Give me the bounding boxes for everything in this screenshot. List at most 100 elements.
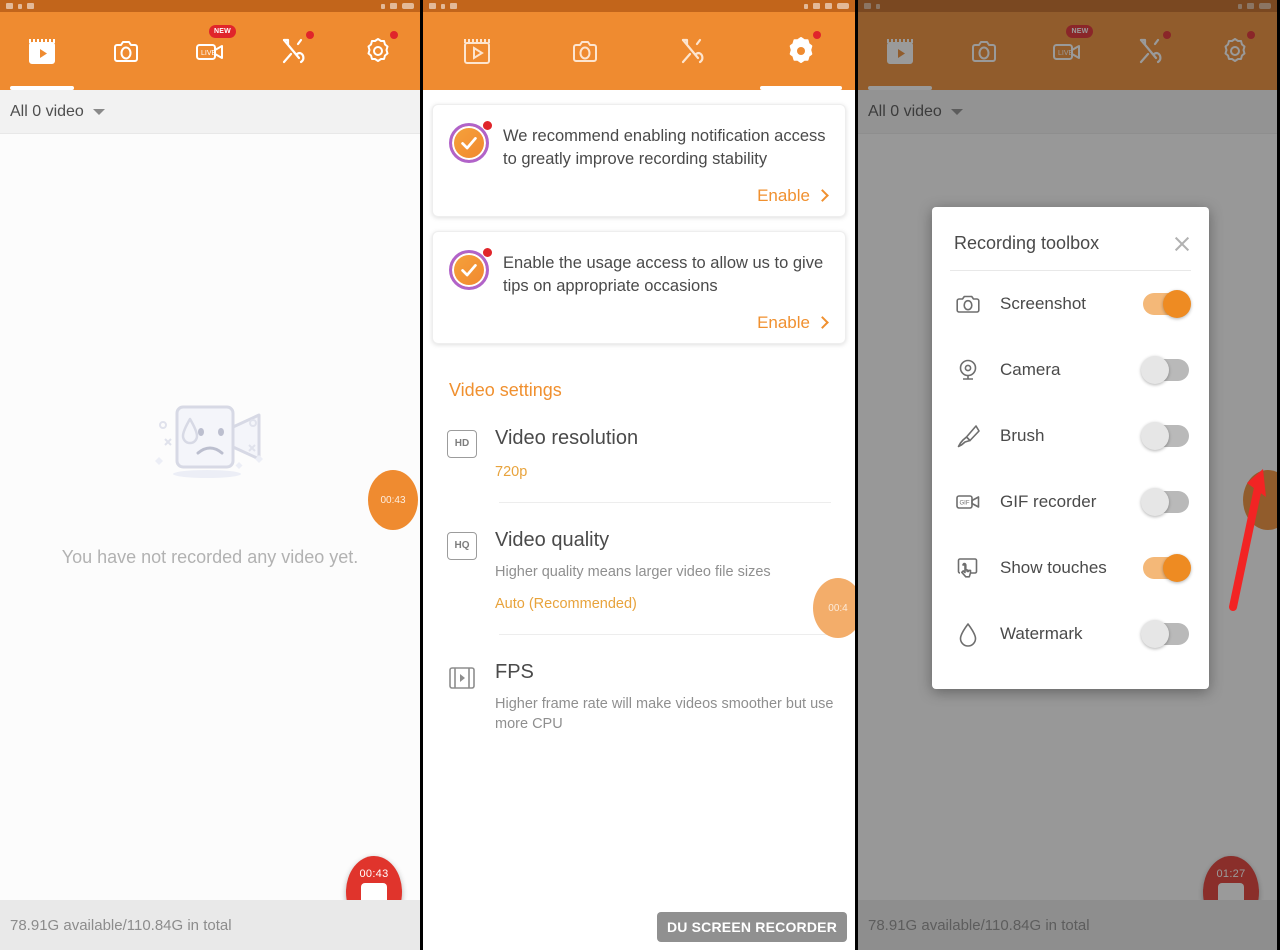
status-icon [6, 3, 13, 9]
setting-value: 720p [495, 464, 835, 480]
settings-scroll-area[interactable]: We recommend enabling notification acces… [423, 90, 855, 950]
toolbox-label: Brush [1000, 426, 1125, 446]
status-icon [27, 3, 34, 9]
check-circle-icon [449, 123, 489, 163]
toggle-screenshot[interactable] [1143, 293, 1189, 315]
storage-info-bar: 78.91G available/110.84G in total [0, 900, 420, 950]
toolbox-label: Screenshot [1000, 294, 1125, 314]
live-video-icon: LIVE NEW [193, 34, 227, 68]
gif-recorder-icon: GIF [954, 488, 982, 516]
battery-icon [837, 3, 849, 9]
floating-bubble-left[interactable]: 00:43 [368, 470, 418, 530]
new-badge: NEW [209, 25, 236, 38]
video-filter-bar[interactable]: All 0 video [0, 90, 420, 134]
setting-fps[interactable]: FPS Higher frame rate will make videos s… [429, 635, 849, 735]
check-circle-icon [449, 250, 489, 290]
video-list-icon [25, 34, 59, 68]
toolbox-row-brush[interactable]: Brush [932, 403, 1209, 469]
toolbox-row-show-touches[interactable]: Show touches [932, 535, 1209, 601]
tab-videos[interactable] [423, 12, 531, 90]
tab-screenshots[interactable] [531, 12, 639, 90]
status-icon [441, 4, 445, 9]
toggle-brush[interactable] [1143, 425, 1189, 447]
chevron-right-icon [816, 316, 829, 329]
toolbox-label: Watermark [1000, 624, 1125, 644]
status-icon [429, 3, 436, 9]
setting-body: Video resolution 720p [495, 427, 835, 480]
toolbox-row-gif-recorder[interactable]: GIF GIF recorder [932, 469, 1209, 535]
setting-description: Higher quality means larger video file s… [495, 562, 835, 582]
show-touches-icon [954, 554, 982, 582]
screenshot-camera-icon [954, 290, 982, 318]
status-icon [450, 3, 457, 9]
empty-state: You have not recorded any video yet. [0, 134, 420, 900]
toggle-gif-recorder[interactable] [1143, 491, 1189, 513]
notification-row: We recommend enabling notification acces… [449, 123, 829, 172]
video-settings-section-title: Video settings [429, 344, 849, 401]
tab-videos[interactable] [0, 12, 84, 90]
svg-text:GIF: GIF [960, 501, 970, 507]
setting-description: Higher frame rate will make videos smoot… [495, 694, 835, 735]
toggle-watermark[interactable] [1143, 623, 1189, 645]
camera-icon [568, 34, 602, 68]
toggle-camera[interactable] [1143, 359, 1189, 381]
setting-value: Auto (Recommended) [495, 596, 835, 612]
tab-settings[interactable] [336, 12, 420, 90]
notification-text: Enable the usage access to allow us to g… [503, 250, 829, 299]
notification-dot [483, 248, 492, 257]
gear-icon [784, 34, 818, 68]
notification-card-notification-access[interactable]: We recommend enabling notification acces… [432, 104, 846, 217]
status-icon [825, 3, 832, 9]
toolbox-label: Show touches [1000, 558, 1125, 578]
tab-live[interactable]: LIVE NEW [168, 12, 252, 90]
setting-body: FPS Higher frame rate will make videos s… [495, 661, 835, 735]
brush-icon [954, 422, 982, 450]
floating-bubble-time: 00:43 [380, 495, 405, 506]
webcam-icon [954, 356, 982, 384]
toolbox-row-screenshot[interactable]: Screenshot [932, 271, 1209, 337]
tab-tools[interactable] [639, 12, 747, 90]
status-icon [804, 4, 808, 9]
app-tab-bar: LIVE NEW [0, 12, 420, 90]
film-strip-icon [447, 664, 477, 692]
notification-dot [306, 31, 314, 39]
status-bar-right-icons [381, 3, 414, 9]
status-icon [381, 4, 385, 9]
chevron-down-icon[interactable] [93, 109, 105, 115]
tab-screenshots[interactable] [84, 12, 168, 90]
battery-icon [402, 3, 414, 9]
tab-tools[interactable] [252, 12, 336, 90]
panel-right-toolbox-dialog: LIVE NEW [858, 0, 1277, 950]
status-icon [813, 3, 820, 9]
enable-notification-access-button[interactable]: Enable [449, 186, 829, 206]
enable-label: Enable [757, 186, 810, 206]
dialog-title: Recording toolbox [954, 233, 1099, 254]
notification-dot [483, 121, 492, 130]
notification-row: Enable the usage access to allow us to g… [449, 250, 829, 299]
empty-state-message: You have not recorded any video yet. [62, 547, 359, 568]
panel-left-video-list: LIVE NEW [0, 0, 420, 950]
video-list-icon [460, 34, 494, 68]
setting-body: Video quality Higher quality means large… [495, 529, 835, 612]
status-bar-left-icons [429, 3, 457, 9]
tools-icon [277, 34, 311, 68]
tab-settings[interactable] [747, 12, 855, 90]
status-icon [390, 3, 397, 9]
notification-dot [390, 31, 398, 39]
setting-video-quality[interactable]: HQ Video quality Higher quality means la… [429, 503, 849, 612]
setting-video-resolution[interactable]: HD Video resolution 720p [429, 401, 849, 480]
notification-text: We recommend enabling notification acces… [503, 123, 829, 172]
close-icon[interactable] [1173, 235, 1191, 253]
toggle-show-touches[interactable] [1143, 557, 1189, 579]
enable-usage-access-button[interactable]: Enable [449, 313, 829, 333]
floating-bubble-mid[interactable]: 00:4 [813, 578, 858, 638]
notification-card-usage-access[interactable]: Enable the usage access to allow us to g… [432, 231, 846, 344]
panel-mid-settings: We recommend enabling notification acces… [420, 0, 858, 950]
notification-dot [813, 31, 821, 39]
floating-bubble-time: 00:4 [828, 603, 847, 614]
toolbox-row-camera[interactable]: Camera [932, 337, 1209, 403]
chevron-right-icon [816, 189, 829, 202]
recording-toolbox-dialog: Recording toolbox Screenshot [932, 207, 1209, 689]
setting-title: FPS [495, 661, 835, 684]
toolbox-row-watermark[interactable]: Watermark [932, 601, 1209, 667]
